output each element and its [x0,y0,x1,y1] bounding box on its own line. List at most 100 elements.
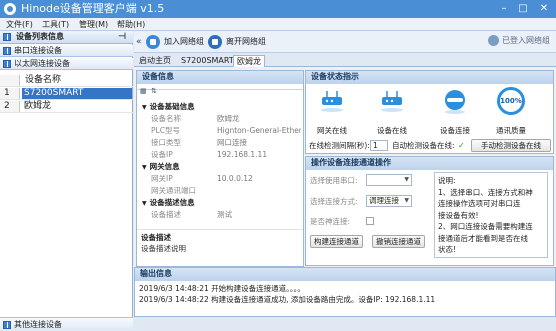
grid-icon [3,33,11,41]
serial-port-label: 选择使用串口: [310,176,358,185]
menu-help[interactable]: 帮助(H) [117,19,145,30]
connection-method-value: 调理连接 [369,196,399,205]
dropdown-arrow-icon: ▼ [404,197,409,204]
auto-check-checkbox[interactable]: ✓ [458,140,465,151]
sort-category-icon[interactable]: ▦ [140,87,147,95]
sort-alpha-icon[interactable]: ⇅ [151,87,157,95]
device-name-cell[interactable]: 欧姆龙 [22,101,132,112]
device-name-cell[interactable]: S7200SMART [22,88,132,99]
prop-value: 欧姆龙 [217,114,240,123]
channel-instructions-box: 说明: 1、选择串口、连接方式和神 连接操作选项可对串口连 接设备有效! 2、网… [434,172,548,258]
category-gateway-info[interactable]: ▼ 网关信息 [142,162,180,173]
tab-home[interactable]: 启动主页 [136,55,174,67]
prop-value: 网口连接 [217,138,247,147]
relay-connection-label: 是否神连接: [310,217,351,226]
device-online-label: 设备在线 [377,126,407,135]
note-line: 2、网口连接设备需要构建连 [438,222,533,231]
manual-check-button[interactable]: 手动检测设备在线 [471,139,551,152]
interval-input[interactable]: 1 [370,140,388,151]
property-toolbar [137,85,303,90]
output-title: 输出信息 [135,268,555,281]
note-line: 状态! [438,245,457,254]
connection-method-select[interactable]: 调理连接 ▼ [366,195,412,207]
prop-key: 网关IP [151,174,173,183]
network-user-label: 已登入网络组 [502,36,550,45]
user-avatar-icon [488,35,499,46]
minimize-button[interactable]: – [496,1,512,17]
prop-value: 测试 [217,210,232,219]
device-online-icon [381,91,403,112]
network-user-status: 已登入网络组 [488,35,550,46]
note-line: 接通道后才能看到是否在线 [438,233,528,243]
row-number: 1 [0,88,20,99]
grid-icon [3,47,11,55]
device-row[interactable]: 2 欧姆龙 [0,101,133,113]
window-title: Hinode设备管理客户端 v1.5 [21,2,165,15]
prop-key: 设备名称 [151,114,181,123]
prop-value: 10.0.0.12 [217,174,253,183]
log-line: 2019/6/3 14:48:22 构建设备连接通道成功, 添加设备路由完成。设… [139,295,436,304]
leave-network-icon [208,35,222,49]
collapse-arrow-icon[interactable]: « [136,34,142,50]
category-description-info[interactable]: ▼ 设备描述信息 [142,198,195,209]
channel-operation-title: 操作设备连接通道操作 [306,157,553,170]
build-channel-button[interactable]: 构建连接通道 [310,235,363,248]
prop-key: PLC型号 [151,126,180,135]
communication-quality-gauge: 100% [497,87,525,115]
section-ethernet-devices[interactable]: 以太网连接设备 [0,58,133,70]
grid-header-row: 设备名称 [0,75,133,87]
divider [137,229,303,230]
note-line: 接设备有效! [438,210,479,220]
prop-key: 接口类型 [151,138,181,147]
maximize-button[interactable]: □ [515,1,531,17]
device-row[interactable]: 1 S7200SMART [0,88,133,100]
tab-s7200smart[interactable]: S7200SMART [178,55,237,67]
pin-icon[interactable]: ⊣ [118,31,126,43]
device-list-title: 设备列表信息 [16,32,64,41]
serial-port-select[interactable]: ▼ [366,174,412,186]
menu-manage[interactable]: 管理(M) [79,19,108,30]
leave-network-label: 离开网络组 [226,37,266,46]
section-label: 以太网连接设备 [14,59,70,68]
close-button[interactable]: ✕ [536,1,552,17]
gateway-online-label: 网关在线 [317,126,347,135]
menu-tools[interactable]: 工具(T) [42,19,69,30]
title-bar: Hinode设备管理客户端 v1.5 – □ ✕ [0,0,556,18]
row-header-corner [0,75,20,86]
device-list-panel: 设备列表信息 ⊣ 串口连接设备 以太网连接设备 设备名称 1 S7200SMAR… [0,31,133,331]
cancel-channel-button[interactable]: 撤销连接通道 [372,235,425,248]
category-basic-info[interactable]: ▼ 设备基础信息 [142,102,195,113]
note-line: 说明: [438,176,456,185]
app-logo-icon [4,3,16,15]
menu-bar: 文件(F) 工具(T) 管理(M) 帮助(H) [0,18,556,31]
connection-method-label: 选择连接方式: [310,197,358,206]
device-list-header: 设备列表信息 ⊣ [0,31,133,44]
tab-omron[interactable]: 欧姆龙 [233,55,265,67]
description-text: 设备描述说明 [141,244,186,253]
device-content: 设备信息 ▦ ⇅ ▼ 设备基础信息 设备名称 欧姆龙 PLC型号 Hignton-… [134,67,556,267]
relay-connection-checkbox[interactable] [366,217,374,225]
prop-key: 设备描述 [151,210,181,219]
section-other-devices[interactable]: 其他连接设备 [0,317,133,331]
prop-value: Hignton-General-Ether [217,126,301,135]
device-connection-icon [445,90,465,114]
row-number: 2 [0,101,20,112]
column-header-device-name[interactable]: 设备名称 [22,75,132,86]
device-tabs: 启动主页 S7200SMART 欧姆龙 [134,54,556,67]
auto-check-label: 自动检测设备在线: [392,141,455,150]
toolbar: « 加入网络组 离开网络组 已登入网络组 [134,31,556,53]
note-line: 1、选择串口、连接方式和神 [438,187,533,197]
note-line: 连接操作选项可对串口连 [438,199,521,208]
section-serial-devices[interactable]: 串口连接设备 [0,45,133,57]
device-status-title: 设备状态指示 [306,71,553,84]
menu-file[interactable]: 文件(F) [6,19,33,30]
section-label: 其他连接设备 [14,320,62,329]
log-line: 2019/6/3 14:48:21 开始构建设备连接通道。。。。 [139,284,305,293]
join-network-label: 加入网络组 [164,37,204,46]
device-connection-label: 设备连接 [440,126,470,135]
device-info-title: 设备信息 [137,71,303,84]
dropdown-arrow-icon: ▼ [404,176,409,183]
join-network-group-button[interactable]: 加入网络组 [146,34,204,50]
leave-network-group-button[interactable]: 离开网络组 [208,34,266,50]
add-network-icon [146,35,160,49]
